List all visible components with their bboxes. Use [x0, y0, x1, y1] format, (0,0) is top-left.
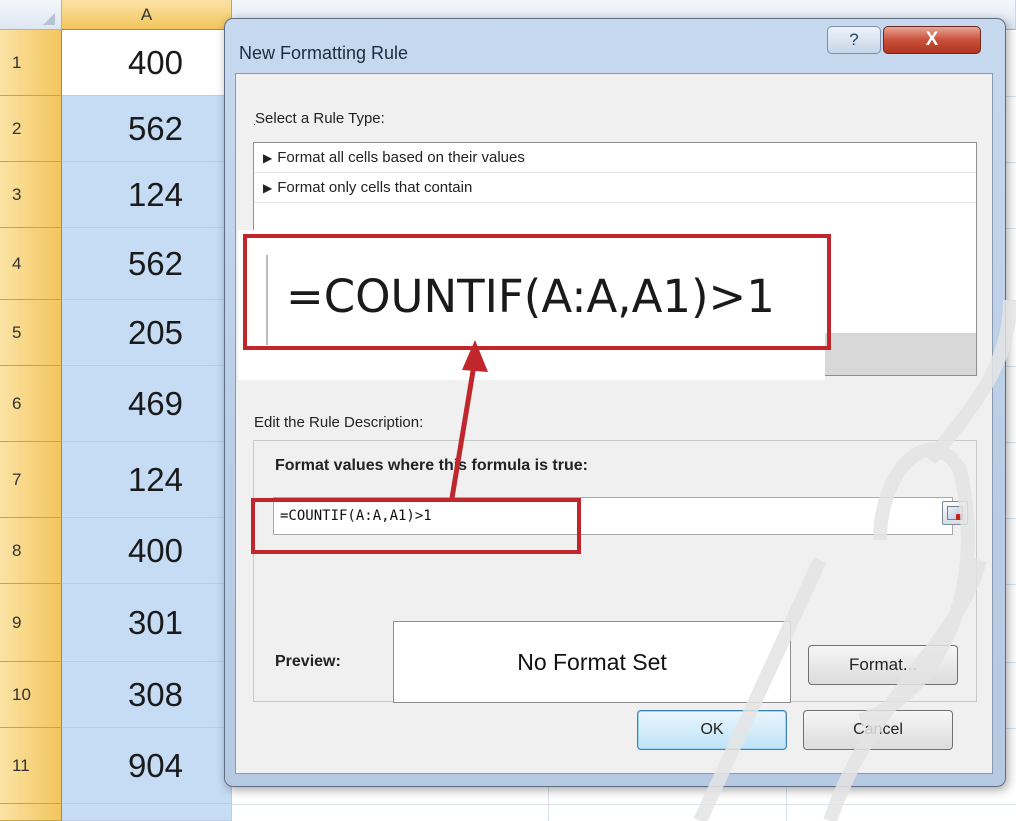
cell-a10[interactable]: 308 [62, 662, 232, 728]
row-header[interactable]: 8 [0, 518, 62, 584]
row-header[interactable]: 4 [0, 228, 62, 300]
formula-highlight-box [251, 498, 581, 554]
select-rule-type-label-text: Select a Rule Type: [255, 110, 385, 127]
formula-label: Format values where this formula is true… [275, 457, 588, 474]
cell-a8[interactable]: 400 [62, 518, 232, 584]
rule-type-text: Format all cells based on their values [277, 149, 525, 166]
row-header[interactable]: 5 [0, 300, 62, 366]
cell-a5[interactable]: 205 [62, 300, 232, 366]
cell-a9[interactable]: 301 [62, 584, 232, 662]
ok-button[interactable]: OK [637, 710, 787, 750]
row-header[interactable]: 9 [0, 584, 62, 662]
select-all-corner[interactable] [0, 0, 62, 30]
cell-a1[interactable]: 400 [62, 30, 232, 96]
preview-box: No Format Set [393, 621, 791, 703]
row-header[interactable]: 3 [0, 162, 62, 228]
zoom-highlight-box [243, 234, 831, 350]
rule-description-group: Format values where this formula is true… [253, 440, 977, 703]
cell-a6[interactable]: 469 [62, 366, 232, 442]
row-header[interactable]: 6 [0, 366, 62, 442]
cell-a11[interactable]: 904 [62, 728, 232, 804]
row-header-partial [0, 804, 62, 821]
range-select-icon [947, 506, 963, 520]
row-header[interactable]: 1 [0, 30, 62, 96]
select-rule-type-label: SSelect a Rule Type: [254, 110, 385, 127]
triangle-bullet-icon: ▶ [263, 181, 273, 195]
row-header[interactable]: 10 [0, 662, 62, 728]
preview-label: Preview: [275, 653, 341, 670]
help-button[interactable]: ? [827, 26, 881, 54]
dialog-body: SSelect a Rule Type: ▶ Format all cells b… [235, 73, 993, 774]
cell-a3[interactable]: 124 [62, 162, 232, 228]
row-header[interactable]: 2 [0, 96, 62, 162]
select-all-triangle-icon [43, 13, 55, 25]
range-select-button[interactable] [942, 501, 968, 525]
cell-partial [62, 804, 232, 821]
rule-type-item[interactable]: ▶ Format only cells that contain [254, 173, 976, 203]
cell-a7[interactable]: 124 [62, 442, 232, 518]
row-header[interactable]: 7 [0, 442, 62, 518]
row-header[interactable]: 11 [0, 728, 62, 804]
cell-a2[interactable]: 562 [62, 96, 232, 162]
rule-type-item[interactable]: ▶ Format all cells based on their values [254, 143, 976, 173]
triangle-bullet-icon: ▶ [263, 151, 273, 165]
rule-type-text: Format only cells that contain [277, 179, 473, 196]
range-select-icon-dot [956, 514, 962, 520]
format-button[interactable]: Format... [808, 645, 958, 685]
gridline [232, 804, 1016, 805]
close-button[interactable]: X [883, 26, 981, 54]
edit-description-label: Edit the Rule Description: [254, 414, 424, 431]
dialog-title: New Formatting Rule [239, 43, 409, 63]
cancel-button[interactable]: Cancel [803, 710, 953, 750]
new-formatting-rule-dialog: New Formatting Rule ? X SSelect a Rule T… [224, 18, 1006, 787]
cell-a4[interactable]: 562 [62, 228, 232, 300]
column-header-a[interactable]: A [62, 0, 232, 30]
